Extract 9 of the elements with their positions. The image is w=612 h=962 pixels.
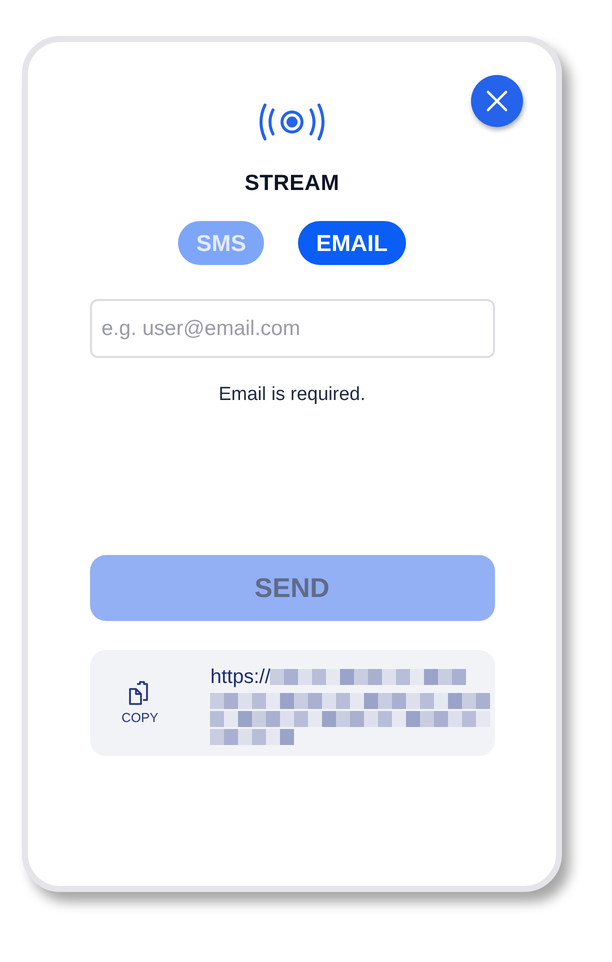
email-field[interactable]: e.g. user@email.com (90, 299, 494, 358)
error-message: Email is required. (218, 384, 366, 406)
link-url: https:// (210, 666, 270, 689)
tab[interactable]: EMAIL (298, 221, 406, 265)
close-button[interactable] (471, 75, 523, 127)
close-icon (486, 90, 508, 112)
copy-button[interactable]: COPY (122, 680, 158, 725)
broadcast-icon (257, 102, 327, 142)
title: STREAM (244, 170, 340, 196)
